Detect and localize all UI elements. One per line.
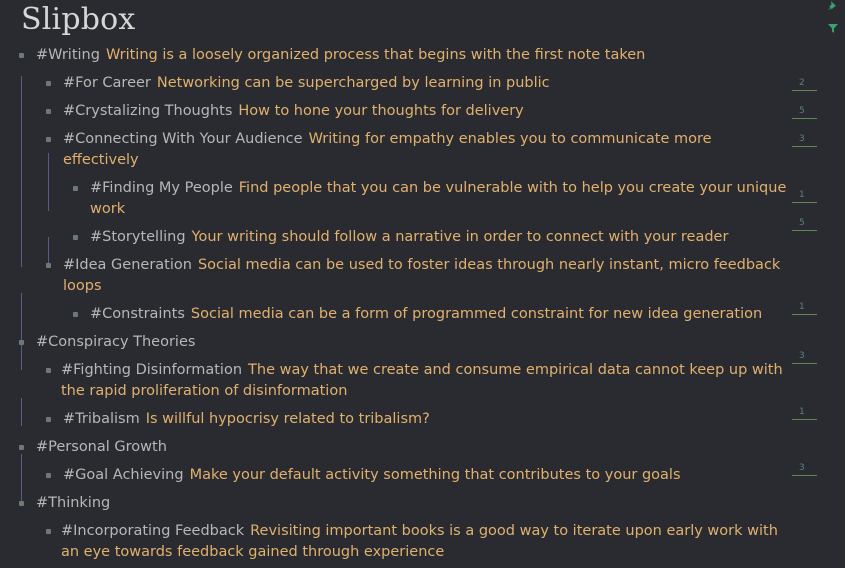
item-tag[interactable]: #Idea Generation [63, 257, 192, 273]
bullet-icon[interactable] [19, 445, 24, 450]
outline-item[interactable]: #Incorporating Feedback Revisiting import… [0, 519, 791, 568]
outline-item[interactable]: #For Career Networking can be supercharge… [0, 71, 791, 99]
bullet-icon[interactable] [46, 417, 51, 422]
bullet-icon[interactable] [46, 263, 51, 268]
link-count-badge[interactable]: 3 [792, 133, 817, 147]
item-tag[interactable]: #Tribalism [63, 411, 140, 427]
item-tag[interactable]: #Writing [36, 47, 100, 63]
bullet-icon[interactable] [19, 501, 24, 506]
item-text: Writing is a loosely organized process t… [105, 47, 646, 63]
outline-item[interactable]: #Constraints Social media can be a form o… [0, 302, 791, 330]
pin-icon[interactable] [827, 0, 839, 12]
page-title: Slipbox [21, 2, 136, 37]
item-tag[interactable]: #Crystalizing Thoughts [63, 103, 232, 119]
outline-item[interactable]: #Goal Achieving Make your default activit… [0, 463, 791, 491]
item-tag[interactable]: #Personal Growth [36, 439, 167, 455]
item-tag[interactable]: #Goal Achieving [63, 467, 184, 483]
bullet-icon[interactable] [46, 137, 51, 142]
link-count-badge[interactable]: 1 [792, 301, 817, 315]
item-tag[interactable]: #Connecting With Your Audience [63, 131, 303, 147]
bullet-icon[interactable] [73, 235, 78, 240]
bullet-icon[interactable] [46, 109, 51, 114]
outline-item[interactable]: #Idea Generation Social media can be used… [0, 253, 791, 302]
outline-item[interactable]: #Crystalizing Thoughts How to hone your t… [0, 99, 791, 127]
item-tag[interactable]: #Incorporating Feedback [61, 523, 244, 539]
outline-list: 2 5 3 1 5 1 3 1 3 #Writing Writing is a l… [0, 43, 845, 568]
outline-item[interactable]: #Fighting Disinformation The way that we … [0, 358, 791, 407]
item-tag[interactable]: #Storytelling [90, 229, 186, 245]
bullet-icon[interactable] [46, 81, 51, 86]
link-count-badge[interactable]: 1 [792, 406, 817, 420]
item-tag[interactable]: #Conspiracy Theories [36, 334, 195, 350]
outline-item[interactable]: #Thinking [0, 491, 791, 519]
link-count-badge[interactable]: 3 [792, 350, 817, 364]
filter-icon[interactable] [827, 22, 839, 34]
item-text: Networking can be supercharged by learni… [156, 75, 550, 91]
bullet-icon[interactable] [46, 368, 51, 373]
outline-item[interactable]: #Finding My People Find people that you c… [0, 176, 800, 225]
item-text: Is willful hypocrisy related to tribalis… [145, 411, 430, 427]
outline-item[interactable]: #Connecting With Your Audience Writing fo… [0, 127, 791, 176]
item-tag[interactable]: #Constraints [90, 306, 185, 322]
bullet-icon[interactable] [46, 529, 51, 534]
bullet-icon[interactable] [73, 312, 78, 317]
link-count-badge[interactable]: 5 [792, 105, 817, 119]
item-tag[interactable]: #For Career [63, 75, 151, 91]
item-text: Social media can be a form of programmed… [190, 306, 763, 322]
item-text: How to hone your thoughts for delivery [238, 103, 524, 119]
bullet-icon[interactable] [19, 340, 24, 345]
outline-item[interactable]: #Personal Growth [0, 435, 791, 463]
outline-item[interactable]: #Writing Writing is a loosely organized p… [0, 43, 796, 71]
item-text: Your writing should follow a narrative i… [191, 229, 729, 245]
item-text: Make your default activity something tha… [189, 467, 681, 483]
outline-item[interactable]: #Conspiracy Theories [0, 330, 791, 358]
item-tag[interactable]: #Thinking [36, 495, 110, 511]
item-tag[interactable]: #Finding My People [90, 180, 233, 196]
item-tag[interactable]: #Fighting Disinformation [61, 362, 242, 378]
outline-item[interactable]: #Storytelling Your writing should follow … [0, 225, 791, 253]
link-count-badge[interactable]: 2 [792, 77, 817, 91]
bullet-icon[interactable] [73, 186, 78, 191]
outline-item[interactable]: #Tribalism Is willful hypocrisy related t… [0, 407, 791, 435]
bullet-icon[interactable] [46, 473, 51, 478]
link-count-badge[interactable]: 3 [792, 462, 817, 476]
bullet-icon[interactable] [19, 53, 24, 58]
